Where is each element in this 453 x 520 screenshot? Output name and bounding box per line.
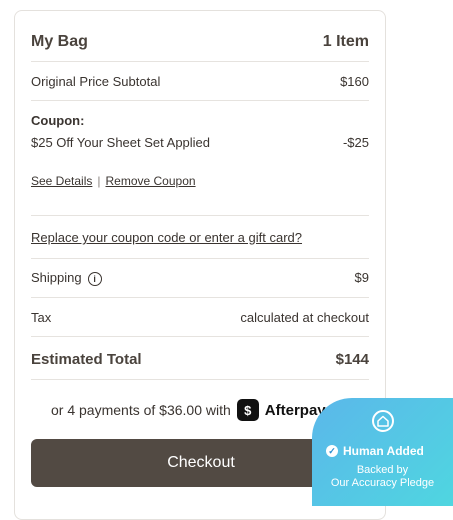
divider xyxy=(31,258,369,259)
afterpay-brand: Afterpay xyxy=(264,401,326,419)
human-added-title: ✓ Human Added xyxy=(326,444,424,458)
tax-value: calculated at checkout xyxy=(240,310,369,325)
divider xyxy=(31,100,369,101)
check-icon: ✓ xyxy=(326,445,338,457)
total-label: Estimated Total xyxy=(31,351,142,368)
tax-label: Tax xyxy=(31,310,52,325)
remove-coupon-link[interactable]: Remove Coupon xyxy=(106,174,196,188)
badge-line1: Backed by xyxy=(356,464,409,476)
subtotal-label: Original Price Subtotal xyxy=(31,74,161,89)
badge-title: Human Added xyxy=(343,444,424,458)
shipping-label: Shipping xyxy=(31,270,82,285)
coupon-description: $25 Off Your Sheet Set Applied xyxy=(31,135,211,150)
coupon-heading-row: Coupon: xyxy=(31,113,369,128)
afterpay-row: or 4 payments of $36.00 with $ Afterpay … xyxy=(51,399,342,421)
divider xyxy=(31,215,369,216)
afterpay-text: or 4 payments of $36.00 with xyxy=(51,402,231,418)
replace-coupon-row: Replace your coupon code or enter a gift… xyxy=(31,230,369,245)
divider xyxy=(31,297,369,298)
info-icon[interactable]: i xyxy=(87,271,102,286)
bag-item-count: 1 Item xyxy=(322,33,369,50)
shipping-row: Shipping i $9 xyxy=(31,270,369,286)
replace-coupon-link[interactable]: Replace your coupon code or enter a gift… xyxy=(31,230,302,245)
coupon-row: $25 Off Your Sheet Set Applied -$25 xyxy=(31,135,369,150)
divider xyxy=(31,336,369,337)
divider xyxy=(31,61,369,62)
human-added-badge[interactable]: ✓ Human Added Backed by Our Accuracy Ple… xyxy=(312,398,453,506)
coupon-links: See Details | Remove Coupon xyxy=(31,174,369,188)
subtotal-value: $160 xyxy=(340,74,369,89)
coupon-value: -$25 xyxy=(342,135,369,150)
shipping-label-group: Shipping i xyxy=(31,270,102,286)
shipping-value: $9 xyxy=(354,270,369,286)
bag-title: My Bag xyxy=(31,33,88,50)
total-row: Estimated Total $144 xyxy=(31,351,369,368)
badge-line2: Our Accuracy Pledge xyxy=(330,477,435,489)
afterpay-logo-icon: $ xyxy=(236,399,259,421)
subtotal-row: Original Price Subtotal $160 xyxy=(31,74,369,89)
house-icon xyxy=(372,410,394,432)
link-separator: | xyxy=(97,174,101,188)
total-value: $144 xyxy=(335,351,369,368)
badge-subtitle: Backed by Our Accuracy Pledge xyxy=(312,464,453,490)
tax-row: Tax calculated at checkout xyxy=(31,310,369,325)
divider xyxy=(31,379,369,380)
see-details-link[interactable]: See Details xyxy=(31,174,92,188)
bag-header: My Bag 1 Item xyxy=(31,33,369,51)
coupon-heading: Coupon: xyxy=(31,113,85,128)
